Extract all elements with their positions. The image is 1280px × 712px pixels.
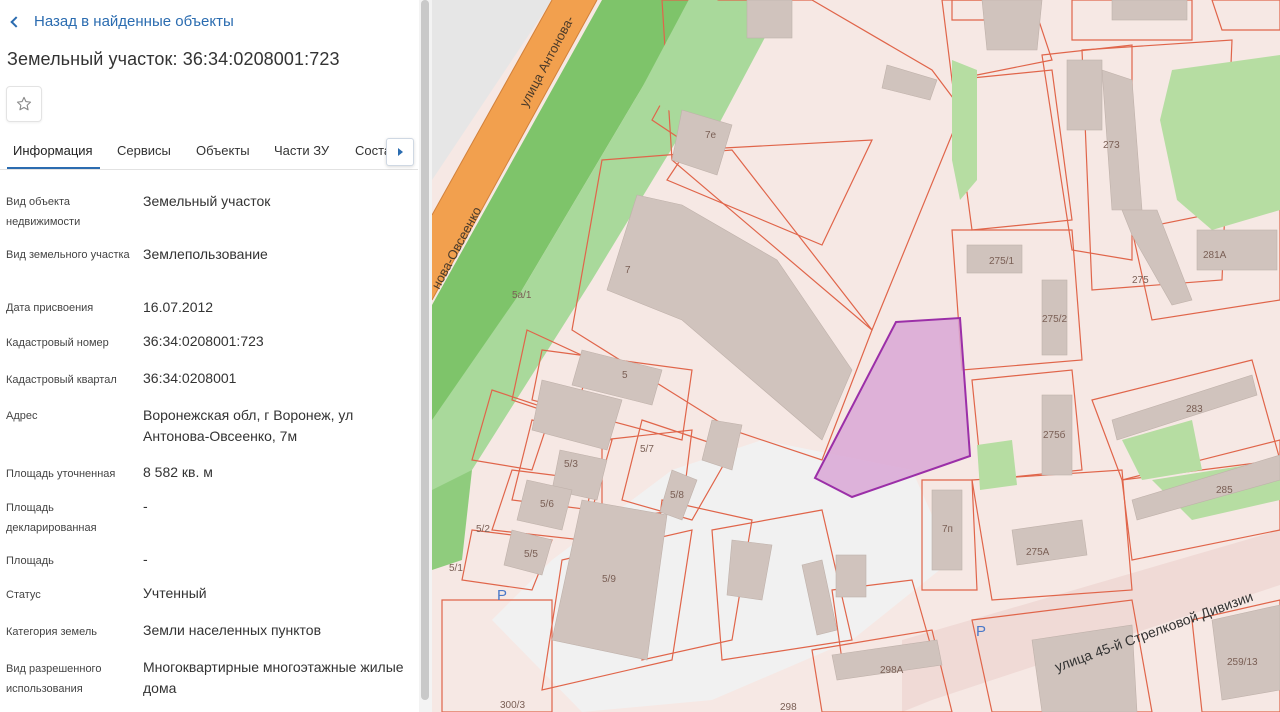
tab-objects[interactable]: Объекты — [196, 143, 250, 158]
parcel-label: 5 — [622, 370, 628, 381]
property-label: Дата присвоения — [6, 302, 94, 314]
parcel-label: 273 — [1103, 140, 1120, 151]
tabs-scroll-right-button[interactable] — [386, 138, 414, 166]
parcel-label: 275/1 — [989, 256, 1014, 267]
parcel-label: 259/13 — [1227, 657, 1258, 668]
parcel-label: 5/7 — [640, 444, 654, 455]
property-label: Кадастровый квартал — [6, 374, 117, 386]
page-title: Земельный участок: 36:34:0208001:723 — [7, 49, 340, 69]
parcel-label: 7 — [625, 265, 631, 276]
building — [1111, 0, 1188, 21]
arrow-right-icon — [397, 148, 403, 156]
parcel-label: 5а/1 — [512, 290, 532, 301]
property-value: 36:34:0208001 — [143, 370, 237, 386]
parcel-label: 5/1 — [449, 563, 463, 574]
property-value: Воронежская обл, г Воронеж, ул Антонова-… — [143, 407, 354, 444]
cadastral-map[interactable]: улица Антонова- нова-Овсеенко улица 45-й… — [432, 0, 1280, 712]
property-label: Категория земель — [6, 626, 97, 638]
parcel-label: 275б — [1043, 429, 1066, 441]
parcel-label: 275А — [1026, 547, 1050, 558]
chevron-left-icon — [10, 16, 22, 28]
parcel-label: 283 — [1186, 404, 1203, 415]
property-label: Адрес — [6, 410, 38, 422]
property-label: Площадь декларированная — [6, 502, 97, 534]
building — [1211, 604, 1280, 701]
property-value: 8 582 кв. м — [143, 464, 213, 480]
star-icon — [16, 96, 32, 111]
property-value: Учтенный — [143, 585, 207, 601]
parcel-label: 281А — [1203, 250, 1227, 261]
parcel-label: 7e — [705, 130, 717, 141]
tab-services[interactable]: Сервисы — [117, 143, 171, 158]
panel-scrollbar[interactable] — [421, 0, 429, 700]
green-patch — [977, 440, 1017, 490]
parcel-label: 5/6 — [540, 499, 554, 510]
property-label: Вид земельного участка — [6, 249, 130, 261]
property-value: Многоквартирные многоэтажные жилые дома — [143, 659, 404, 696]
tab-information[interactable]: Информация — [7, 143, 100, 169]
tab-bar: Информация Сервисы Объекты Части ЗУ Сост… — [0, 140, 418, 170]
parcel-label: 5/5 — [524, 549, 538, 560]
object-info-panel: Назад в найденные объекты Земельный учас… — [0, 0, 420, 712]
property-label: Статус — [6, 589, 41, 601]
property-value: 16.07.2012 — [143, 299, 214, 315]
building — [746, 0, 793, 39]
property-value: Земли населенных пунктов — [143, 622, 322, 638]
tab-parts[interactable]: Части ЗУ — [274, 143, 329, 158]
property-label: Площадь — [6, 555, 54, 567]
parcel-label: 285 — [1216, 485, 1233, 496]
property-value: - — [143, 551, 148, 567]
property-value: - — [143, 498, 148, 514]
parcel-label: 5/2 — [476, 524, 490, 535]
parcel-label: 275 — [1132, 275, 1149, 286]
favorite-button[interactable] — [6, 86, 42, 122]
parking-marker: P — [976, 623, 986, 640]
parcel-label: 298 — [780, 702, 797, 712]
map-canvas[interactable]: улица Антонова- нова-Овсеенко улица 45-й… — [432, 0, 1280, 712]
back-link-label: Назад в найденные объекты — [34, 13, 234, 30]
property-value: 36:34:0208001:723 — [143, 333, 264, 349]
back-to-results-link[interactable]: Назад в найденные объекты — [10, 13, 234, 30]
parcel-label: 5/9 — [602, 574, 616, 585]
parcel-label: 275/2 — [1042, 314, 1067, 325]
property-label: Вид разрешенного использования — [6, 663, 102, 695]
property-label: Площадь уточненная — [6, 468, 116, 480]
building — [981, 0, 1043, 51]
parcel-label: 300/3 — [500, 700, 525, 711]
property-label: Кадастровый номер — [6, 337, 109, 349]
parcel-label: 5/3 — [564, 459, 578, 470]
building — [835, 554, 867, 598]
property-label: Вид объекта недвижимости — [6, 196, 81, 228]
property-value: Землепользование — [143, 246, 268, 262]
parcel-label: 298А — [880, 665, 904, 676]
parking-marker: P — [497, 587, 507, 604]
property-value: Земельный участок — [143, 193, 271, 209]
building — [1066, 59, 1103, 131]
parcel-label: 7п — [942, 524, 953, 535]
parcel-label: 5/8 — [670, 490, 684, 501]
